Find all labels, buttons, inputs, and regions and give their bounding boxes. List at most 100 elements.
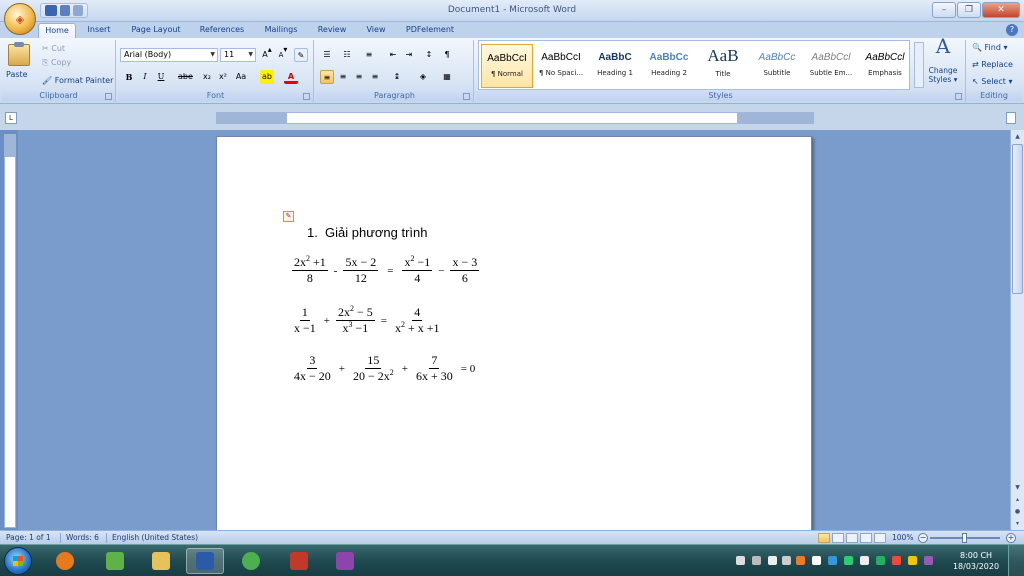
web-layout-view-button[interactable] <box>846 533 858 543</box>
highlight-icon[interactable]: ab <box>260 70 274 84</box>
format-painter-button[interactable]: 🖌 Format Painter <box>42 76 113 85</box>
edit-marker-icon[interactable]: ✎ <box>283 211 294 222</box>
tray-icon[interactable] <box>736 556 745 565</box>
zoom-in-icon[interactable]: + <box>1006 533 1016 543</box>
paint-taskbar-button[interactable] <box>96 548 134 574</box>
network-icon[interactable] <box>752 556 761 565</box>
copy-label: Copy <box>50 58 72 67</box>
styles-launcher[interactable] <box>955 93 962 100</box>
underline-button[interactable]: U <box>154 70 168 84</box>
italic-button[interactable]: I <box>138 70 152 84</box>
tab-pdfelement[interactable]: PDFelement <box>400 23 460 38</box>
operator: + <box>338 362 345 375</box>
media-player-taskbar-button[interactable] <box>46 548 84 574</box>
tray-app-icon[interactable] <box>892 556 901 565</box>
close-button[interactable]: ✕ <box>982 2 1020 18</box>
tray-app-icon[interactable] <box>924 556 933 565</box>
show-desktop-button[interactable] <box>1008 545 1024 576</box>
browser-taskbar-button[interactable] <box>232 548 270 574</box>
bold-button[interactable]: B <box>122 70 136 84</box>
explorer-taskbar-button[interactable] <box>142 548 180 574</box>
tray-app-icon[interactable] <box>908 556 917 565</box>
strikethrough-button[interactable]: abe <box>178 70 193 84</box>
horizontal-ruler[interactable] <box>216 112 814 124</box>
show-formatting-icon[interactable]: ¶ <box>440 48 454 62</box>
office-button[interactable]: ◈ <box>4 3 36 35</box>
font-name-combo[interactable]: Arial (Body) ▼ <box>120 48 218 62</box>
numbering-icon[interactable]: ☷ <box>340 48 354 62</box>
bullets-icon[interactable]: ☰ <box>320 48 334 62</box>
scroll-down-icon[interactable]: ▼ <box>1012 482 1023 493</box>
line-spacing-icon[interactable]: ↨ <box>390 70 404 84</box>
prev-page-icon[interactable]: ▴ <box>1012 494 1023 505</box>
scroll-up-icon[interactable]: ▲ <box>1012 131 1023 142</box>
archive-taskbar-button[interactable] <box>326 548 364 574</box>
zoom-slider-knob[interactable] <box>962 533 967 543</box>
language-status[interactable]: English (United States) <box>112 533 198 542</box>
vertical-ruler[interactable] <box>4 134 16 528</box>
volume-icon[interactable] <box>782 556 791 565</box>
tray-app-icon[interactable] <box>796 556 805 565</box>
shading-icon[interactable]: ◈ <box>416 70 430 84</box>
zoom-level[interactable]: 100% <box>892 533 913 542</box>
tab-page-layout[interactable]: Page Layout <box>126 23 186 38</box>
view-ruler-icon[interactable] <box>1006 112 1016 124</box>
change-case-button[interactable]: Aa <box>234 70 248 84</box>
cut-button[interactable]: ✂ Cut <box>42 44 65 53</box>
word-count[interactable]: Words: 6 <box>66 533 99 542</box>
scroll-thumb[interactable] <box>1012 144 1023 294</box>
browse-object-icon[interactable]: ● <box>1012 506 1023 517</box>
align-right-button[interactable]: ≡ <box>352 70 366 84</box>
page-count[interactable]: Page: 1 of 1 <box>6 533 51 542</box>
shrink-font-button[interactable]: A▾ <box>276 46 290 62</box>
tab-view[interactable]: View <box>360 23 392 38</box>
clipboard-launcher[interactable] <box>105 93 112 100</box>
justify-button[interactable]: ≡ <box>368 70 382 84</box>
tray-app-icon[interactable] <box>876 556 885 565</box>
align-center-button[interactable]: ≡ <box>336 70 350 84</box>
tray-app-icon[interactable] <box>844 556 853 565</box>
signal-icon[interactable] <box>768 556 777 565</box>
copy-button[interactable]: ⎘ Copy <box>42 58 71 68</box>
flag-icon[interactable] <box>812 556 821 565</box>
tab-insert[interactable]: Insert <box>82 23 116 38</box>
start-button[interactable] <box>4 547 32 575</box>
font-color-icon[interactable]: A <box>284 70 298 84</box>
font-launcher[interactable] <box>303 93 310 100</box>
minimize-button[interactable]: – <box>932 2 956 18</box>
borders-icon[interactable]: ▦ <box>440 70 454 84</box>
next-page-icon[interactable]: ▾ <box>1012 518 1023 529</box>
print-layout-view-button[interactable] <box>818 533 830 543</box>
multilevel-list-icon[interactable]: ≡ <box>362 48 376 62</box>
document-page[interactable]: ✎ 1. Giải phương trình 2x2 +1 8 - 5x − 2 … <box>216 136 812 530</box>
subscript-button[interactable]: x₂ <box>200 70 214 84</box>
clear-format-button[interactable]: ✎ <box>294 48 308 62</box>
paste-icon[interactable] <box>8 42 30 66</box>
restore-button[interactable]: ❐ <box>957 2 981 18</box>
paragraph-launcher[interactable] <box>463 93 470 100</box>
grow-font-button[interactable]: A▴ <box>260 46 274 62</box>
decrease-indent-icon[interactable]: ⇤ <box>386 48 400 62</box>
vertical-scrollbar[interactable]: ▲ ▼ ▴ ● ▾ <box>1010 130 1024 530</box>
tray-app-icon[interactable] <box>828 556 837 565</box>
tab-review[interactable]: Review <box>312 23 352 38</box>
increase-indent-icon[interactable]: ⇥ <box>402 48 416 62</box>
tab-references[interactable]: References <box>194 23 250 38</box>
word-taskbar-button[interactable] <box>186 548 224 574</box>
app-taskbar-button[interactable] <box>280 548 318 574</box>
full-screen-view-button[interactable] <box>832 533 844 543</box>
tab-home[interactable]: Home <box>38 23 76 38</box>
tray-app-icon[interactable] <box>860 556 869 565</box>
align-left-button[interactable]: ≡ <box>320 70 334 84</box>
paste-button[interactable]: Paste <box>6 70 28 79</box>
tab-mailings[interactable]: Mailings <box>258 23 304 38</box>
font-size-combo[interactable]: 11 ▼ <box>220 48 256 62</box>
outline-view-button[interactable] <box>860 533 872 543</box>
superscript-button[interactable]: x² <box>216 70 230 84</box>
clock[interactable]: 8:00 CH 18/03/2020 <box>950 550 1002 572</box>
zoom-out-icon[interactable]: − <box>918 533 928 543</box>
draft-view-button[interactable] <box>874 533 886 543</box>
help-icon[interactable]: ? <box>1006 24 1018 36</box>
sort-icon[interactable]: ↕ <box>422 48 436 62</box>
tab-selector-button[interactable]: L <box>5 112 17 124</box>
